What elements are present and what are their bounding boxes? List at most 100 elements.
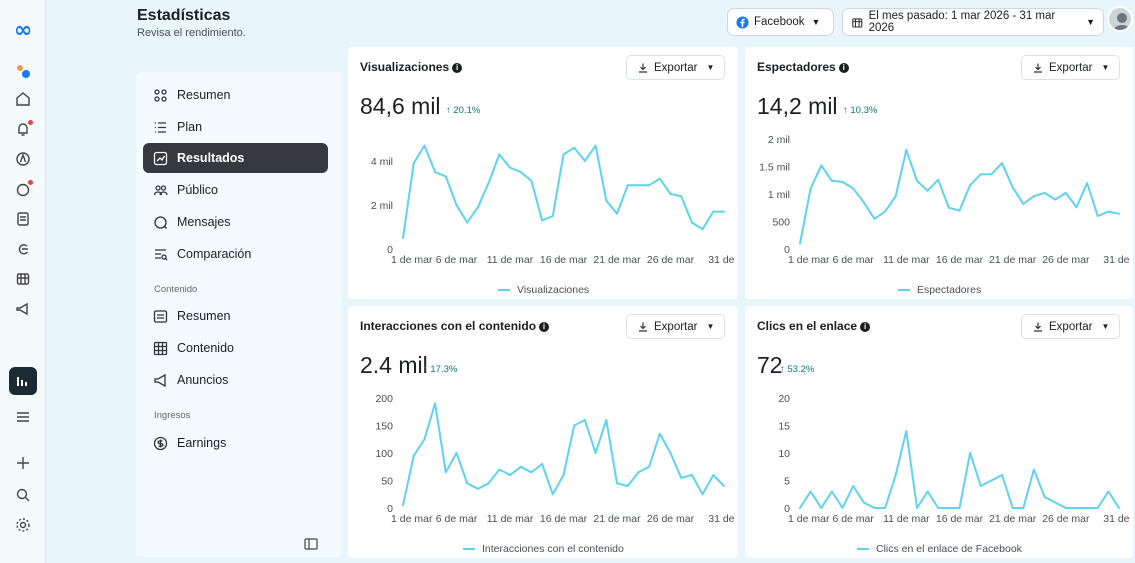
data-point [455, 204, 458, 206]
data-point [852, 187, 855, 190]
left-rail: ∞ [0, 0, 46, 563]
data-point [1096, 507, 1099, 509]
data-point [605, 199, 608, 202]
data-point [658, 432, 661, 435]
menu-item-label: Resumen [177, 309, 231, 323]
series-line [799, 430, 1120, 509]
menu-icon[interactable] [6, 404, 40, 430]
menu-item-plan[interactable]: Plan [143, 112, 328, 142]
data-point [669, 452, 672, 454]
audience-icon [153, 184, 168, 195]
menu-item-contenido-resumen[interactable]: Resumen [143, 301, 328, 331]
x-tick-label: 11 de mar [487, 254, 534, 266]
meta-logo-icon[interactable]: ∞ [5, 18, 41, 43]
data-point [1032, 195, 1035, 198]
data-point [541, 463, 544, 465]
y-tick-label: 2 mil [768, 134, 790, 146]
data-point [841, 507, 844, 509]
data-point [444, 175, 447, 178]
messenger-icon[interactable] [6, 176, 40, 202]
notifications-icon[interactable] [6, 116, 40, 142]
data-point [573, 424, 576, 427]
menu-item-mensajes[interactable]: Mensajes [143, 207, 328, 237]
data-point [862, 201, 865, 204]
content-overview-icon [153, 309, 168, 323]
menu-item-anuncios[interactable]: Anuncios [143, 365, 328, 395]
data-point [487, 482, 490, 485]
x-tick-label: 16 de mar [936, 254, 984, 266]
x-tick-label: 26 de mar [1042, 254, 1090, 266]
data-point [884, 210, 887, 213]
data-point [979, 173, 982, 176]
data-point [852, 485, 855, 487]
x-tick-label: 1 de mar [788, 513, 830, 525]
avatar[interactable] [1107, 6, 1133, 32]
data-point [990, 173, 993, 176]
y-tick-label: 500 [772, 217, 790, 229]
data-point [423, 438, 426, 441]
data-point [830, 490, 833, 493]
data-point [690, 474, 693, 476]
menu-item-contenido[interactable]: Contenido [143, 333, 328, 363]
data-point [873, 217, 876, 220]
data-point [701, 228, 704, 231]
menu-item-resultados[interactable]: Resultados [143, 143, 328, 173]
date-range-selector[interactable]: El mes pasado: 1 mar 2026 - 31 mar 2026 … [842, 8, 1104, 36]
y-tick-label: 1 mil [768, 189, 790, 201]
data-point [799, 507, 801, 509]
data-point [509, 166, 511, 169]
data-point [648, 465, 651, 468]
data-point [541, 219, 544, 222]
data-point [916, 507, 918, 509]
home-icon[interactable] [6, 86, 40, 112]
menu-item-earnings[interactable]: Earnings [143, 428, 328, 458]
menu-item-comparacion[interactable]: Comparación [143, 239, 328, 269]
legend-swatch [498, 289, 510, 291]
data-point [583, 160, 586, 162]
data-point [455, 452, 458, 454]
y-tick-label: 5 [784, 476, 790, 488]
data-point [573, 146, 576, 149]
data-point [701, 493, 704, 496]
y-tick-label: 15 [778, 421, 790, 433]
legend-swatch [857, 548, 869, 550]
data-point [1022, 507, 1025, 509]
data-point [862, 501, 865, 504]
data-point [637, 184, 640, 187]
data-point [551, 493, 554, 496]
x-tick-label: 11 de mar [883, 254, 930, 266]
x-tick-label: 6 de mar [832, 254, 874, 266]
menu-item-label: Plan [177, 120, 203, 134]
data-point [937, 507, 940, 509]
business-profile-icon[interactable] [6, 58, 40, 84]
chart-card-visualizaciones: Visualizaciones i Exportar ▼ 84,6 mil ↑ 20.1%… [348, 47, 738, 299]
megaphone-icon[interactable] [6, 296, 40, 322]
data-point [809, 187, 812, 190]
menu-item-label: Mensajes [177, 215, 231, 229]
calendar-icon[interactable] [6, 266, 40, 292]
facebook-icon [736, 15, 749, 29]
data-point [594, 144, 597, 147]
data-point [884, 507, 887, 509]
posts-icon[interactable] [6, 206, 40, 232]
menu-item-label: Earnings [177, 436, 227, 450]
ads-manager-icon[interactable] [6, 146, 40, 172]
menu-item-resumen[interactable]: Resumen [143, 80, 328, 110]
data-point [916, 179, 918, 182]
section-contenido-label: Contenido [154, 284, 198, 295]
menu-item-publico[interactable]: Público [143, 175, 328, 205]
insights-icon[interactable] [9, 367, 37, 395]
x-tick-label: 6 de mar [832, 513, 874, 525]
legend-label: Clics en el enlace de Facebook [876, 543, 1022, 555]
y-tick-label: 20 [778, 393, 790, 405]
platform-selector[interactable]: Facebook ▼ [727, 8, 834, 36]
data-point [626, 184, 629, 187]
data-point [562, 153, 565, 156]
create-plus-icon[interactable] [6, 450, 40, 476]
search-icon[interactable] [6, 482, 40, 508]
collapse-panel-icon[interactable] [304, 537, 318, 551]
data-point [530, 179, 533, 182]
data-point [712, 210, 715, 213]
threads-icon[interactable] [6, 236, 40, 262]
settings-gear-icon[interactable] [6, 512, 40, 538]
